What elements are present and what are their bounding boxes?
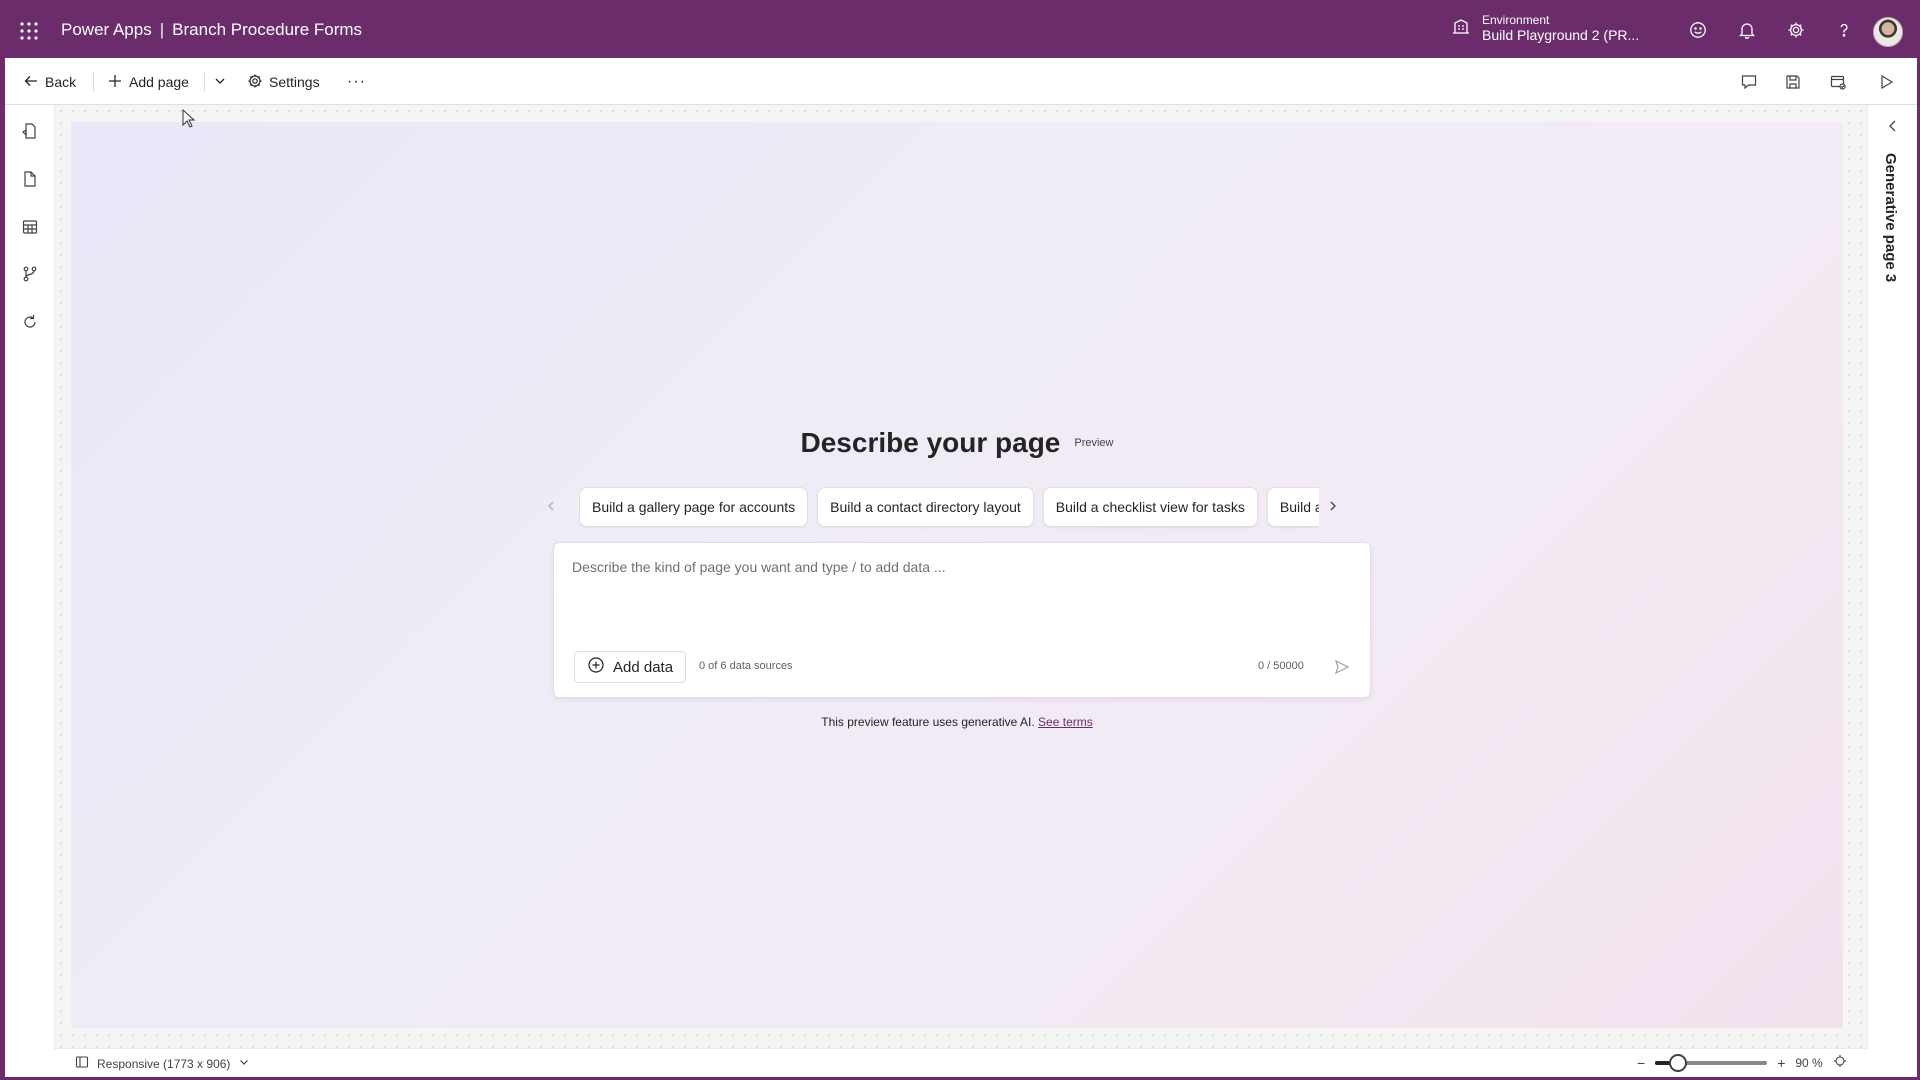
settings-label: Settings — [269, 74, 320, 90]
add-circle-icon — [587, 656, 605, 678]
top-header: Power Apps | Branch Procedure Forms Envi… — [5, 3, 1917, 58]
pages-icon[interactable] — [20, 121, 40, 141]
zoom-out-button[interactable]: − — [1637, 1055, 1645, 1071]
app-title: Power Apps | Branch Procedure Forms — [61, 20, 362, 40]
environment-picker[interactable]: Environment Build Playground 2 (PR... — [1452, 13, 1639, 44]
suggestion-chip[interactable]: Build a contact directory layout — [817, 487, 1034, 527]
suggestion-chip[interactable]: Build a gallery page for accounts — [579, 487, 809, 527]
back-button[interactable]: Back — [23, 70, 76, 94]
suggestion-chip[interactable]: Build a — [1266, 487, 1319, 527]
gear-icon — [247, 73, 263, 92]
save-icon[interactable] — [1781, 70, 1805, 94]
character-counter: 0 / 50000 — [1258, 660, 1304, 672]
title-separator: | — [159, 20, 165, 39]
add-page-button[interactable]: Add page — [107, 70, 189, 94]
zoom-level: 90 % — [1795, 1055, 1823, 1070]
zoom-slider-thumb[interactable] — [1668, 1053, 1687, 1072]
prompt-input[interactable] — [572, 559, 1352, 619]
responsive-dropdown[interactable]: Responsive (1773 x 906) — [75, 1055, 250, 1072]
add-page-label: Add page — [129, 74, 189, 90]
page-canvas: Describe your page Preview Build a galle… — [71, 122, 1843, 1028]
mouse-cursor-icon — [182, 108, 196, 129]
environment-icon — [1452, 17, 1470, 40]
see-terms-link[interactable]: See terms — [1038, 715, 1093, 729]
table-icon[interactable] — [20, 217, 40, 237]
add-data-label: Add data — [613, 658, 674, 676]
refresh-icon[interactable] — [20, 312, 40, 332]
data-sources-count: 0 of 6 data sources — [699, 660, 793, 672]
branch-icon[interactable] — [20, 264, 40, 284]
describe-header: Describe your page Preview — [71, 427, 1843, 459]
settings-button[interactable]: Settings — [247, 70, 320, 94]
ai-disclaimer: This preview feature uses generative AI.… — [71, 715, 1843, 729]
chevron-down-icon — [238, 1056, 250, 1071]
document-icon[interactable] — [20, 169, 40, 189]
plus-icon — [107, 73, 123, 92]
app-name[interactable]: Power Apps — [61, 20, 152, 40]
app-document-title: Branch Procedure Forms — [172, 20, 363, 39]
avatar[interactable] — [1873, 17, 1903, 47]
more-options-button[interactable]: ··· — [347, 70, 366, 94]
chevron-left-icon[interactable] — [1884, 117, 1902, 135]
chevron-down-icon — [213, 74, 227, 91]
canvas-area: Describe your page Preview Build a galle… — [55, 105, 1867, 1048]
suggestion-chip[interactable]: Build a checklist view for tasks — [1042, 487, 1258, 527]
command-bar: Back Add page Settings ··· — [5, 58, 1917, 105]
play-icon[interactable] — [1874, 70, 1898, 94]
chevron-left-icon[interactable] — [542, 497, 560, 515]
publish-icon[interactable] — [1826, 70, 1850, 94]
feedback-icon[interactable] — [1687, 19, 1709, 41]
add-page-dropdown[interactable] — [213, 70, 227, 94]
left-rail — [5, 105, 55, 1050]
bell-icon[interactable] — [1736, 19, 1758, 41]
divider — [93, 72, 94, 92]
responsive-label: Responsive (1773 x 906) — [97, 1056, 231, 1071]
comments-icon[interactable] — [1737, 70, 1761, 94]
add-data-button[interactable]: Add data — [574, 651, 687, 683]
disclaimer-text: This preview feature uses generative AI. — [821, 715, 1035, 729]
arrow-left-icon — [23, 73, 39, 92]
right-panel-title: Generative page 3 — [1882, 153, 1899, 283]
fit-to-screen-icon[interactable] — [1833, 1054, 1847, 1071]
status-bar: Responsive (1773 x 906) − + 90 % — [55, 1048, 1867, 1077]
environment-value: Build Playground 2 (PR... — [1482, 27, 1640, 44]
suggestion-viewport: Build a gallery page for accounts Build … — [579, 485, 1319, 529]
gear-icon[interactable] — [1785, 19, 1807, 41]
back-label: Back — [45, 74, 77, 90]
chevron-right-icon[interactable] — [1324, 497, 1342, 515]
zoom-in-button[interactable]: + — [1777, 1055, 1785, 1071]
waffle-icon[interactable] — [19, 21, 39, 41]
send-icon[interactable] — [1330, 655, 1354, 679]
suggestion-carousel: Build a gallery page for accounts Build … — [542, 485, 1342, 529]
right-panel: Generative page 3 — [1867, 105, 1917, 1050]
zoom-slider[interactable] — [1655, 1053, 1768, 1072]
zoom-control: − + 90 % — [1637, 1053, 1847, 1072]
help-icon[interactable] — [1833, 19, 1855, 41]
environment-label: Environment — [1482, 13, 1550, 27]
divider — [204, 72, 205, 92]
app-window: Power Apps | Branch Procedure Forms Envi… — [5, 3, 1917, 1077]
prompt-box: Add data 0 of 6 data sources 0 / 50000 — [553, 542, 1371, 698]
preview-badge: Preview — [1074, 437, 1114, 449]
page-title: Describe your page — [800, 427, 1061, 458]
layout-icon — [75, 1055, 89, 1072]
